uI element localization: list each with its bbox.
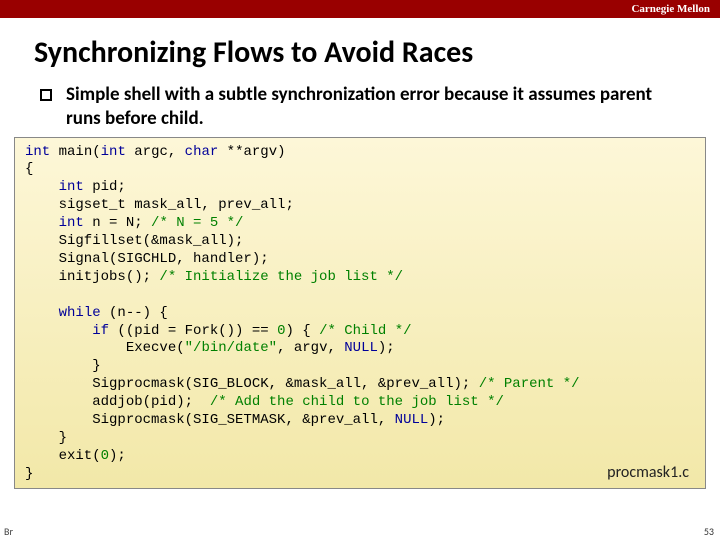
page-number: 53	[704, 525, 714, 538]
footer-left: Br	[4, 525, 13, 538]
code-content: int main(int argc, char **argv) { int pi…	[25, 144, 695, 484]
institution-label: Carnegie Mellon	[631, 3, 710, 15]
bullet-row: Simple shell with a subtle synchronizati…	[40, 83, 690, 131]
bullet-icon	[40, 89, 52, 101]
code-filename: procmask1.c	[607, 463, 689, 483]
slide-title: Synchronizing Flows to Avoid Races	[34, 34, 720, 71]
bullet-text: Simple shell with a subtle synchronizati…	[66, 83, 690, 131]
header-bar: Carnegie Mellon	[0, 0, 720, 18]
code-block: int main(int argc, char **argv) { int pi…	[14, 137, 706, 489]
